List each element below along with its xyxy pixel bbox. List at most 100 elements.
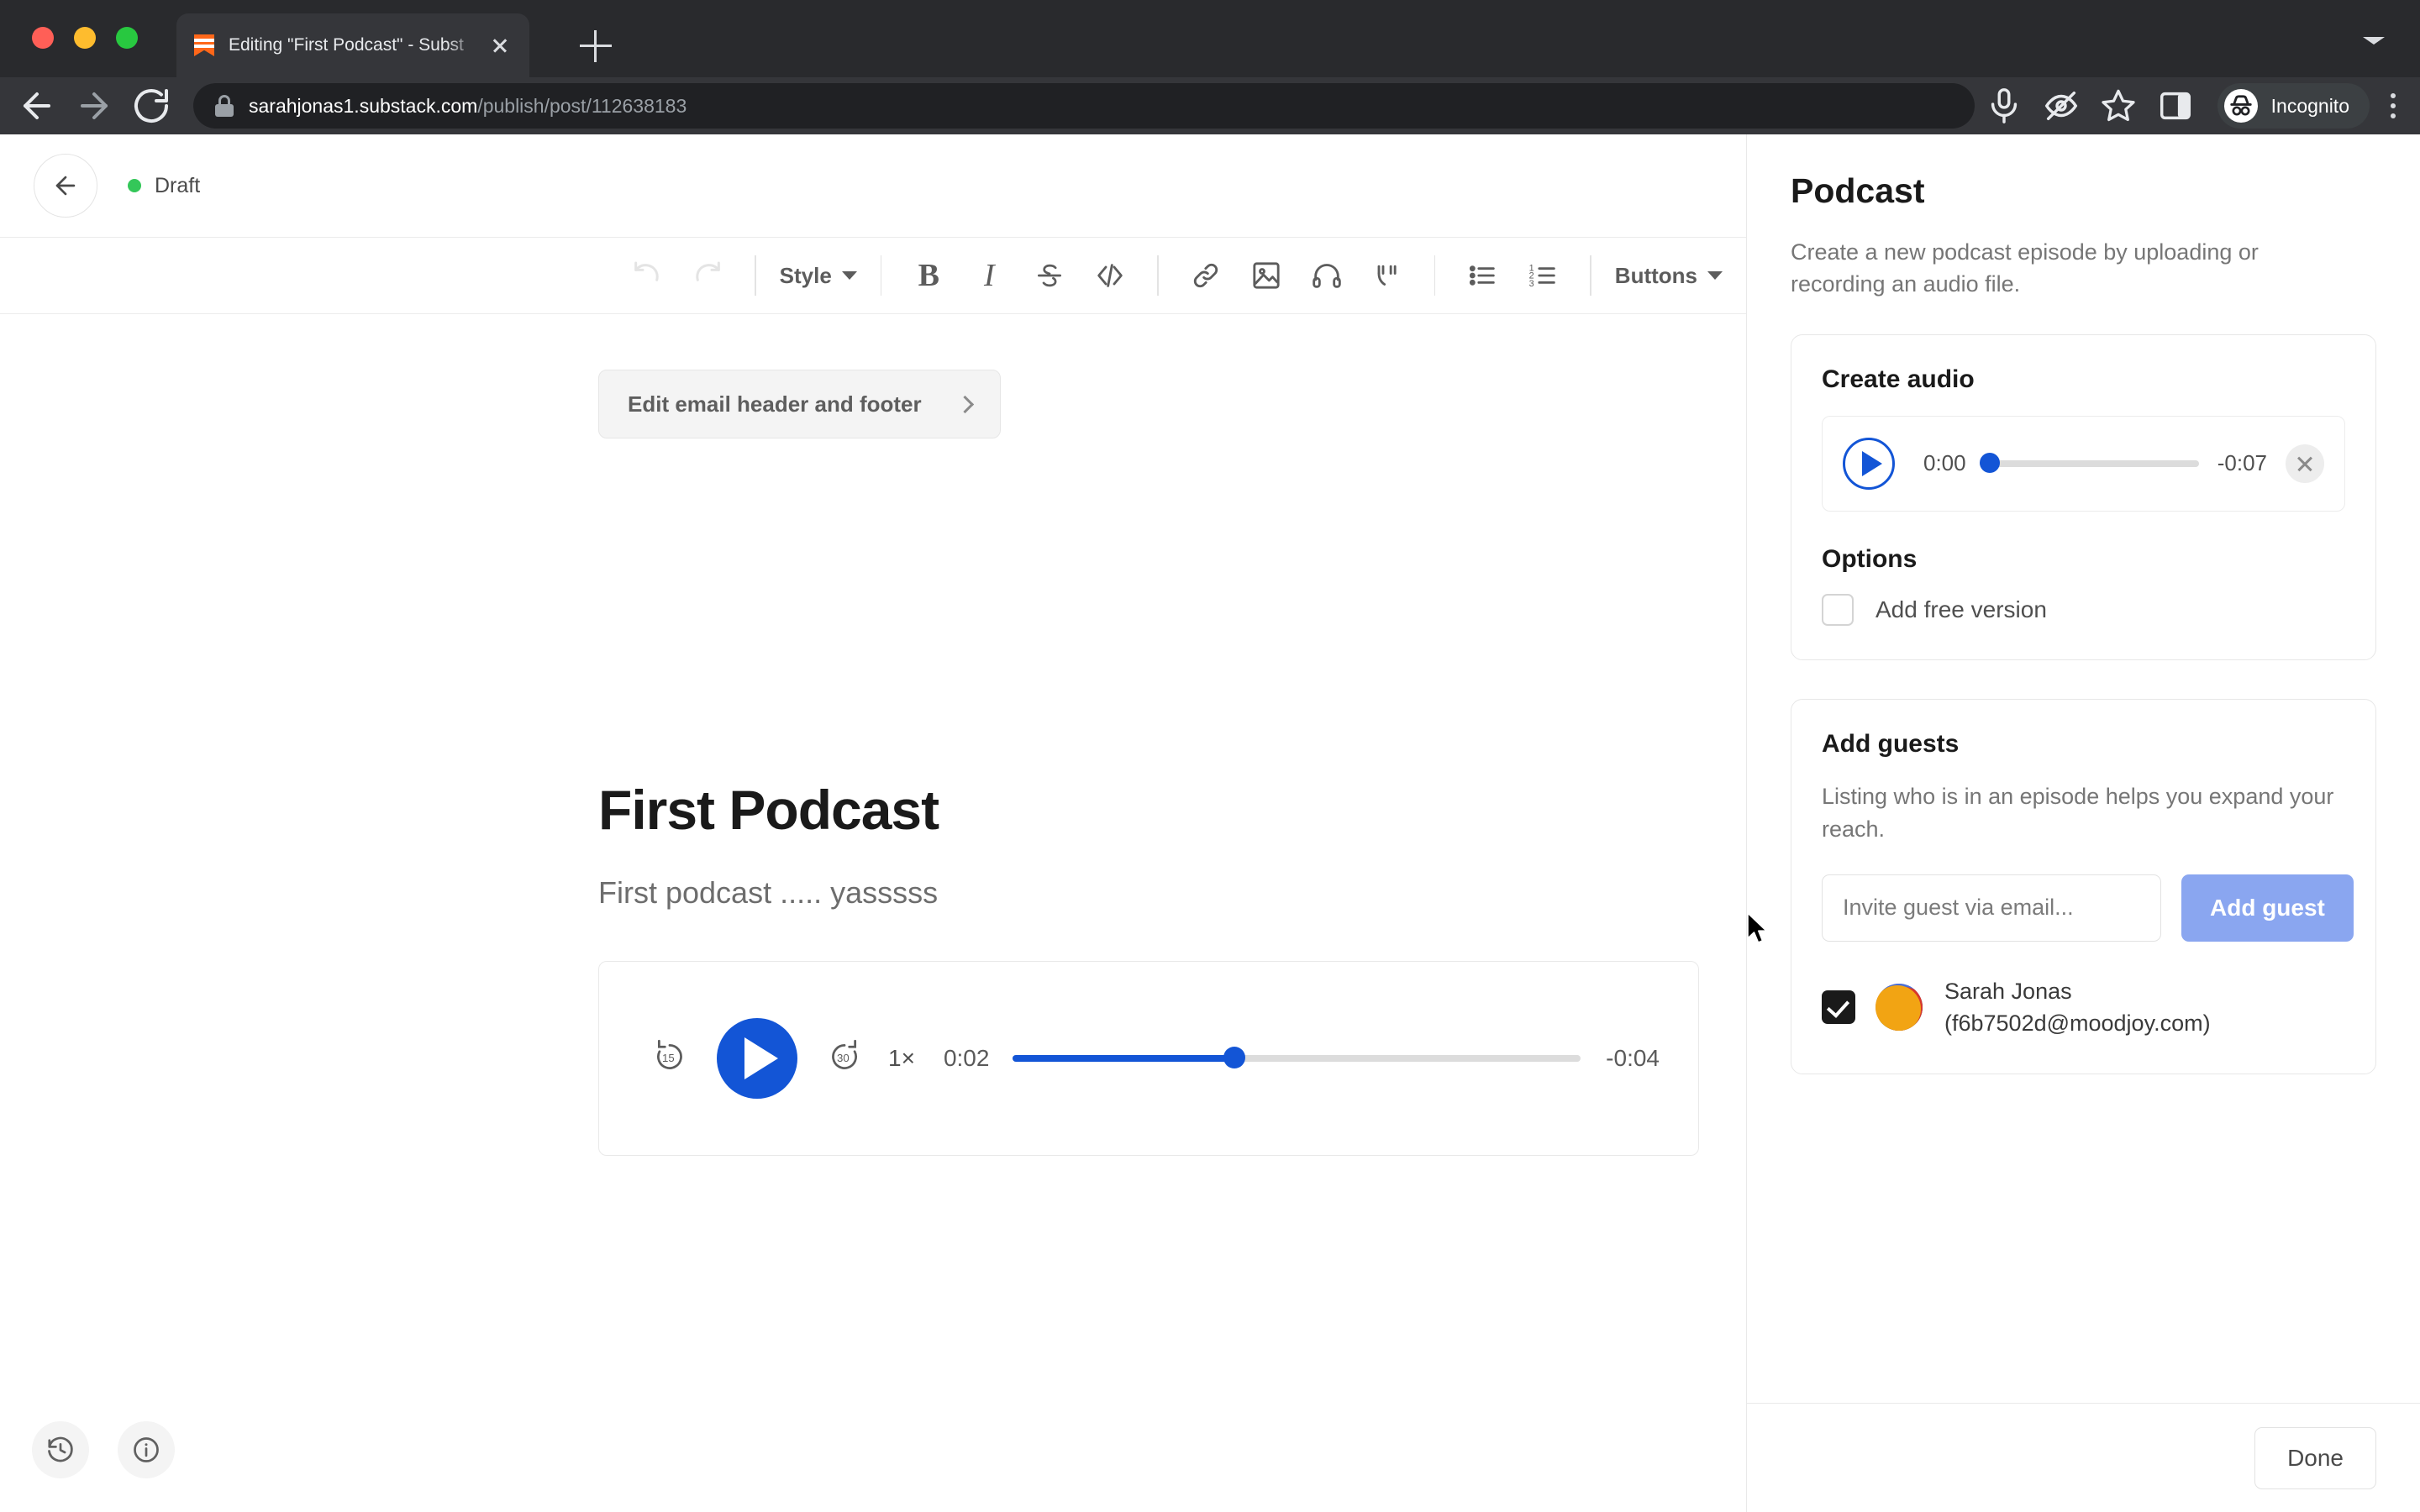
close-icon[interactable] (486, 31, 514, 60)
maximize-window-button[interactable] (116, 27, 138, 49)
chevron-down-icon (841, 271, 857, 280)
avatar (1876, 984, 1923, 1032)
numbered-list-icon[interactable]: 123 (1519, 252, 1566, 299)
side-panel-icon[interactable] (2156, 87, 2195, 125)
add-free-version-checkbox[interactable] (1822, 593, 1854, 626)
edit-email-header-footer-button[interactable]: Edit email header and footer (598, 370, 1001, 438)
style-dropdown[interactable]: Style (780, 252, 857, 299)
guest-email: (f6b7502d@moodjoy.com) (1944, 1011, 2211, 1037)
italic-button[interactable]: I (965, 252, 1013, 299)
plus-icon[interactable] (580, 30, 612, 62)
mini-remaining-time: -0:07 (2217, 450, 2267, 476)
floating-action-buttons (32, 1421, 175, 1478)
add-guest-button[interactable]: Add guest (2181, 874, 2354, 942)
guest-selected-checkbox[interactable] (1822, 990, 1855, 1025)
url-path: /publish/post/112638183 (477, 94, 687, 117)
page-title[interactable]: First Podcast (598, 778, 939, 842)
style-label: Style (779, 262, 832, 288)
mini-progress-rail (1979, 459, 2199, 467)
editor-canvas: Edit email header and footer First Podca… (0, 314, 1746, 1512)
editor-header: Draft (0, 134, 1746, 237)
forward-30-icon[interactable]: 30 (826, 1038, 863, 1079)
guest-invite-row: Add guest (1822, 874, 2354, 942)
rewind-15-icon[interactable]: 15 (651, 1038, 688, 1079)
sidebar-description: Create a new podcast episode by uploadin… (1791, 239, 2259, 297)
options-heading: Options (1822, 544, 1918, 573)
lock-icon (215, 95, 234, 117)
mini-elapsed-time: 0:00 (1923, 450, 1966, 476)
svg-text:3: 3 (1529, 279, 1534, 289)
headphones-icon[interactable] (1303, 252, 1350, 299)
incognito-profile-button[interactable]: Incognito (2217, 83, 2370, 129)
editor-toolbar: Style B I 1 2 3 Buttons (0, 237, 1746, 314)
buttons-label: Buttons (1614, 262, 1697, 288)
edit-header-footer-label: Edit email header and footer (628, 391, 922, 417)
page-content: Draft Style B I 1 2 3 Buttons Edit email… (0, 134, 2420, 1512)
window-traffic-lights (32, 27, 138, 49)
list-item[interactable]: Sarah Jonas (f6b7502d@moodjoy.com) (1822, 975, 2345, 1040)
star-icon[interactable] (2099, 87, 2138, 125)
bullet-list-icon[interactable] (1459, 252, 1506, 299)
sidebar-title: Podcast (1791, 171, 1925, 210)
add-guests-heading: Add guests (1822, 729, 1960, 758)
eye-off-icon[interactable] (2042, 87, 2081, 125)
arrow-left-icon[interactable] (17, 86, 57, 126)
remove-audio-button[interactable] (2286, 444, 2324, 483)
link-icon[interactable] (1182, 252, 1229, 299)
kebab-menu-icon[interactable] (2385, 87, 2402, 125)
progress-slider[interactable] (1013, 1047, 1581, 1068)
history-icon[interactable] (32, 1421, 89, 1478)
mini-progress-slider[interactable] (1979, 452, 2199, 473)
close-window-button[interactable] (32, 27, 54, 49)
redo-icon[interactable] (684, 252, 731, 299)
play-button[interactable] (717, 1018, 797, 1099)
add-free-version-label: Add free version (1876, 596, 2047, 622)
progress-knob[interactable] (1223, 1047, 1245, 1068)
code-button[interactable] (1086, 252, 1134, 299)
back-button[interactable] (34, 154, 97, 218)
chevron-down-icon[interactable] (2363, 37, 2385, 45)
status-dot-icon (128, 179, 141, 192)
mini-play-button[interactable] (1843, 437, 1895, 490)
remaining-time: -0:04 (1606, 1045, 1660, 1071)
playback-speed-button[interactable]: 1× (888, 1045, 915, 1072)
status-badge: Draft (128, 174, 200, 198)
podcast-sidebar-panel: Podcast Create a new podcast episode by … (1746, 134, 2420, 1512)
minimize-window-button[interactable] (74, 27, 96, 49)
microphone-icon[interactable] (1985, 87, 2023, 125)
bold-button[interactable]: B (905, 252, 952, 299)
play-icon (1861, 450, 1882, 476)
strikethrough-button[interactable] (1026, 252, 1073, 299)
option-row-add-free-version[interactable]: Add free version (1822, 593, 2345, 626)
italic-label: I (983, 258, 995, 293)
arrow-right-icon[interactable] (74, 86, 114, 126)
svg-text:15: 15 (662, 1052, 675, 1064)
toolbar-divider (880, 255, 882, 296)
add-guests-card: Add guests Listing who is in an episode … (1791, 698, 2376, 1074)
mini-audio-player: 0:00 -0:07 (1822, 415, 2345, 512)
create-audio-card: Create audio 0:00 -0:07 Options Add free… (1791, 333, 2376, 660)
buttons-dropdown[interactable]: Buttons (1615, 252, 1723, 299)
quote-icon[interactable] (1364, 252, 1411, 299)
mini-progress-knob[interactable] (1979, 452, 2000, 473)
undo-icon[interactable] (623, 252, 671, 299)
guest-email-input[interactable] (1822, 874, 2161, 942)
toolbar-divider (1434, 255, 1436, 296)
info-icon[interactable] (118, 1421, 175, 1478)
create-audio-heading: Create audio (1822, 365, 1975, 393)
address-bar[interactable]: sarahjonas1.substack.com/publish/post/11… (193, 83, 1975, 129)
browser-chrome: Editing "First Podcast" - Subst sarahjon… (0, 0, 2420, 134)
image-icon[interactable] (1243, 252, 1290, 299)
post-subtitle[interactable]: First podcast ..... yasssss (598, 875, 938, 911)
reload-icon[interactable] (131, 86, 171, 126)
done-button[interactable]: Done (2254, 1426, 2376, 1489)
guest-name: Sarah Jonas (1944, 978, 2072, 1004)
browser-toolbar: sarahjonas1.substack.com/publish/post/11… (0, 77, 2420, 134)
browser-tab[interactable]: Editing "First Podcast" - Subst (176, 13, 529, 77)
guest-info: Sarah Jonas (f6b7502d@moodjoy.com) (1944, 975, 2211, 1040)
browser-actions: Incognito (1975, 83, 2420, 129)
chevron-down-icon (1707, 271, 1723, 280)
incognito-label: Incognito (2270, 94, 2349, 117)
tab-title: Editing "First Podcast" - Subst (229, 35, 464, 55)
add-guests-description: Listing who is in an episode helps you e… (1822, 783, 2334, 842)
